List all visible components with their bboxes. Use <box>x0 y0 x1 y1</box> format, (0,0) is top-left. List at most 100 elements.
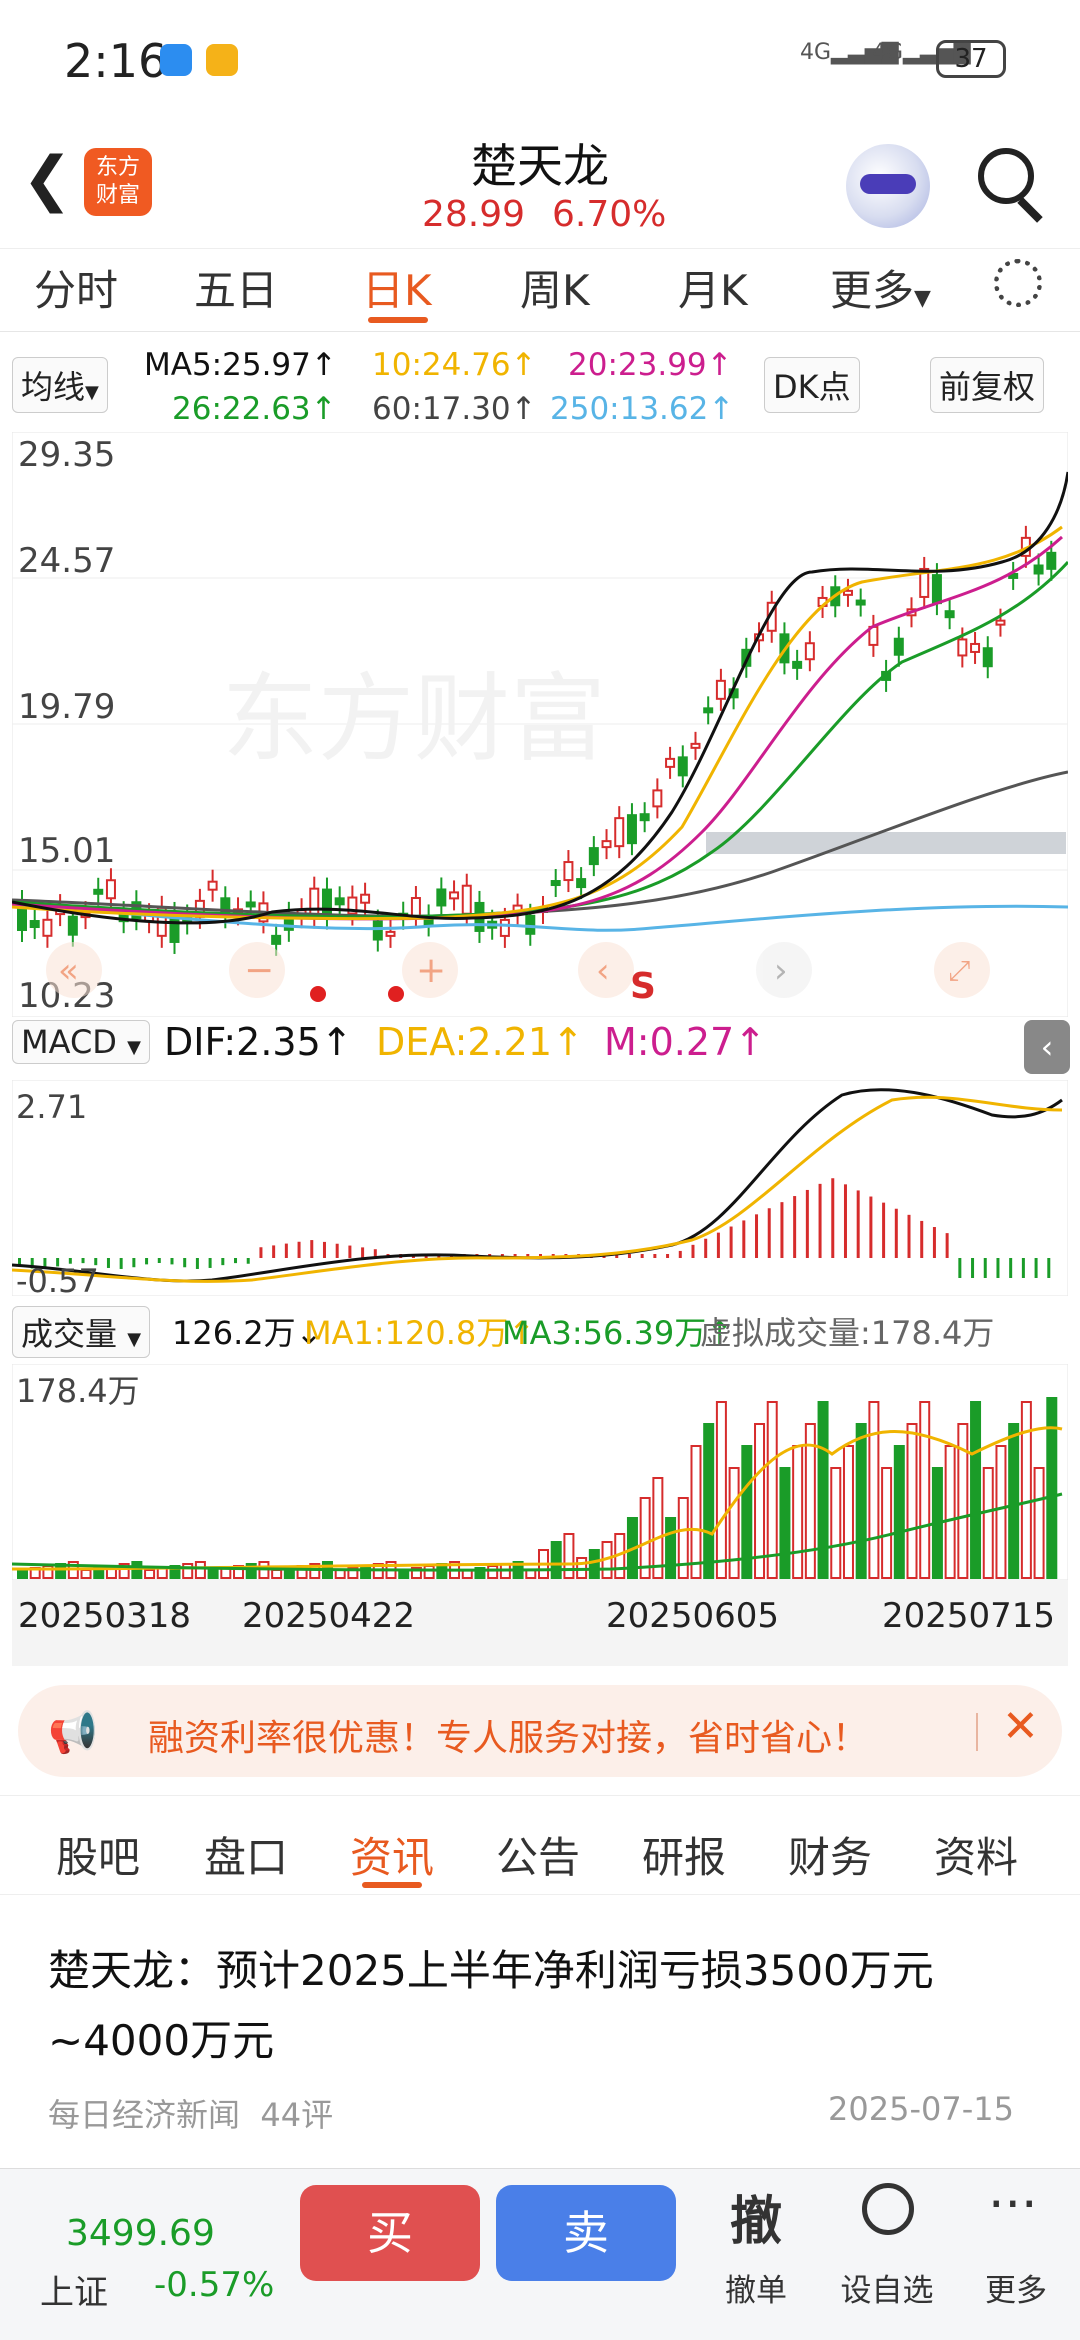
tab-pankou[interactable]: 盘口 <box>204 1824 288 1885</box>
volume-bar <box>271 1569 283 1579</box>
macd-selector[interactable]: MACD ▼ <box>12 1020 150 1064</box>
article-item[interactable]: 楚天龙：预计2025上半年净利润亏损3500万元~4000万元 每日经济新闻 4… <box>0 1900 1080 2160</box>
candle-body <box>601 840 612 849</box>
message-icon <box>160 44 192 76</box>
cancel-order-icon[interactable]: 撤 <box>706 2179 806 2254</box>
y-label: 15.01 <box>18 831 115 871</box>
cancel-order-label[interactable]: 撤单 <box>706 2265 806 2310</box>
y-label: 19.79 <box>18 687 115 727</box>
volume-bar <box>715 1401 727 1579</box>
gray-zone <box>706 832 1066 854</box>
watermark: 东方财富 <box>222 663 606 775</box>
tab-zixun[interactable]: 资讯 <box>350 1824 434 1885</box>
notification-icon <box>206 44 238 76</box>
candle-body <box>855 599 866 606</box>
index-value[interactable]: 3499.69 <box>66 2213 215 2254</box>
tab-rik[interactable]: 日K <box>362 257 432 318</box>
tab-ziliao[interactable]: 资料 <box>934 1824 1018 1885</box>
tab-yuek[interactable]: 月K <box>678 257 748 318</box>
candle-body <box>410 897 421 918</box>
macd-bar <box>704 1238 708 1258</box>
gear-icon[interactable] <box>994 259 1042 307</box>
promo-banner[interactable]: 📢 融资利率很优惠！专人服务对接，省时省心！ ✕ <box>18 1685 1062 1777</box>
macd-bar <box>310 1240 314 1258</box>
s-mark: S <box>630 966 656 1007</box>
tab-gonggao[interactable]: 公告 <box>496 1824 580 1885</box>
candle-body <box>309 887 320 918</box>
fuquan-button[interactable]: 前复权 <box>930 357 1045 413</box>
candle-body <box>372 920 383 941</box>
macd-bar <box>666 1254 670 1258</box>
add-watchlist-label[interactable]: 设自选 <box>832 2265 942 2310</box>
volume-bar <box>665 1517 677 1579</box>
macd-bar <box>259 1247 263 1258</box>
macd-bar <box>221 1258 225 1266</box>
article-title[interactable]: 楚天龙：预计2025上半年净利润亏损3500万元~4000万元 <box>48 1936 1038 2076</box>
more-icon[interactable]: ··· <box>988 2175 1038 2235</box>
macd-bar <box>755 1214 759 1258</box>
svg-text:178.4万: 178.4万 <box>16 1372 140 1410</box>
macd-bar <box>157 1258 161 1263</box>
index-name[interactable]: 上证 <box>40 2265 108 2314</box>
volume-bar <box>944 1445 956 1579</box>
status-time: 2:16 <box>64 34 168 88</box>
stock-price: 28.99 <box>422 194 526 235</box>
volume-bar <box>817 1401 829 1579</box>
volume-bar <box>182 1563 194 1579</box>
macd-bar <box>1034 1258 1038 1278</box>
macd-bar <box>195 1258 199 1269</box>
volume-selector[interactable]: 成交量 ▼ <box>12 1306 151 1358</box>
ma5-value: MA5:25.97↑ <box>144 347 337 383</box>
tab-zhouk[interactable]: 周K <box>520 257 590 318</box>
tab-guba[interactable]: 股吧 <box>56 1824 140 1885</box>
more-label[interactable]: 更多 <box>966 2265 1066 2310</box>
ma-selector[interactable]: 均线▼ <box>12 357 108 413</box>
tab-caiwu[interactable]: 财务 <box>788 1824 872 1885</box>
macd-bar <box>843 1184 847 1258</box>
macd-bar <box>907 1214 911 1258</box>
candle-body <box>931 574 942 605</box>
svg-text:‹: ‹ <box>596 951 610 991</box>
svg-text:−: − <box>244 950 274 991</box>
close-icon[interactable]: ✕ <box>1002 1701 1039 1752</box>
candle-body <box>360 893 371 904</box>
collapse-panel-button[interactable]: ‹ <box>1024 1020 1070 1074</box>
kline-chart[interactable]: 东方财富 29.35 24.57 19.79 15.01 10.23 « − +… <box>12 432 1068 1017</box>
volume-bar <box>830 1467 842 1579</box>
ma-indicator-row: 均线▼ MA5:25.97↑ 10:24.76↑ 20:23.99↑ 26:22… <box>0 345 1080 445</box>
macd-bar <box>208 1258 212 1268</box>
tab-more[interactable]: 更多▼ <box>830 257 931 318</box>
macd-bar <box>297 1241 301 1258</box>
tab-wuri[interactable]: 五日 <box>194 257 278 318</box>
search-icon[interactable] <box>978 148 1034 204</box>
macd-bar <box>132 1258 136 1268</box>
candle-body <box>614 817 625 848</box>
index-change[interactable]: -0.57% <box>154 2265 274 2305</box>
volume-bar <box>194 1561 206 1579</box>
volume-bar <box>588 1549 600 1579</box>
robot-avatar-icon[interactable] <box>846 144 930 228</box>
macd-bar <box>627 1254 631 1258</box>
candle-body <box>42 918 53 937</box>
tab-fenshi[interactable]: 分时 <box>34 257 118 318</box>
macd-bar <box>996 1258 1000 1278</box>
volume-bar <box>703 1423 715 1579</box>
candle-body <box>271 934 282 945</box>
macd-bar <box>145 1258 149 1265</box>
buy-button[interactable]: 买 <box>300 2185 480 2281</box>
article-source: 每日经济新闻 44评 <box>48 2096 334 2134</box>
svg-text:+: + <box>416 950 446 991</box>
add-watchlist-icon[interactable] <box>862 2183 914 2235</box>
macd-dif: DIF:2.35↑ <box>164 1020 353 1064</box>
dk-point-button[interactable]: DK点 <box>764 357 860 413</box>
volume-bar <box>766 1401 778 1579</box>
sell-button[interactable]: 卖 <box>496 2185 676 2281</box>
tab-yanbao[interactable]: 研报 <box>642 1824 726 1885</box>
volume-bar <box>563 1533 575 1579</box>
macd-bar <box>958 1258 962 1278</box>
macd-bar <box>322 1241 326 1258</box>
candle-body <box>639 813 650 822</box>
news-tab-underline <box>362 1882 422 1888</box>
volume-bar <box>855 1423 867 1579</box>
macd-bar <box>183 1258 187 1268</box>
